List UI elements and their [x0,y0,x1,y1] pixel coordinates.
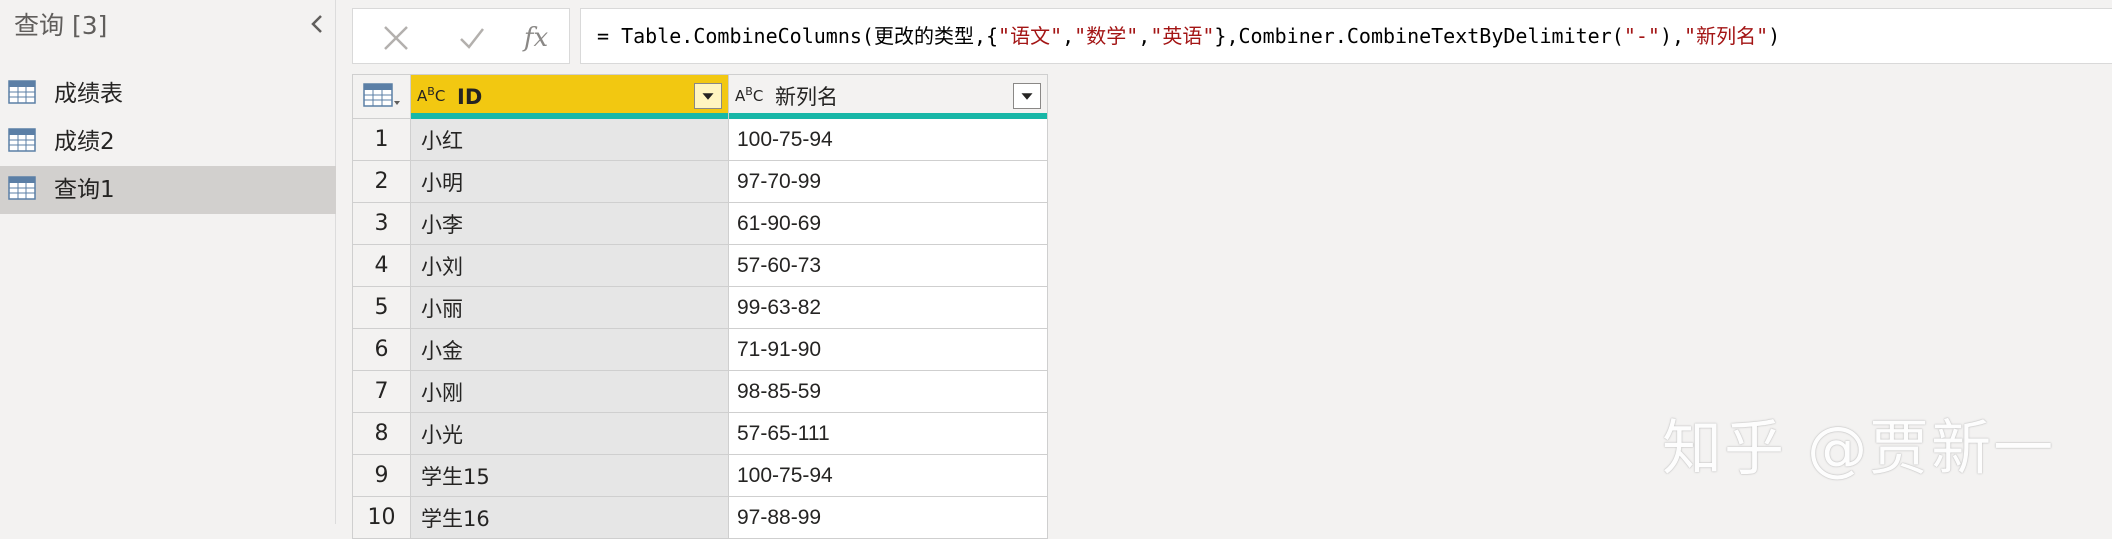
queries-title: 查询 [14,11,65,40]
watermark: 知乎 @贾新一 [1662,414,2056,484]
cell-new-column[interactable]: 99-63-82 [728,286,1048,329]
table-row[interactable]: 2 小明 97-70-99 [352,160,1048,203]
cell-new-column[interactable]: 100-75-94 [728,118,1048,161]
queries-header: 查询 [3] [14,8,107,44]
formula-text: },Combiner.CombineTextByDelimiter( [1214,24,1624,48]
formula-string: "数学" [1074,24,1139,48]
row-number: 2 [352,160,411,203]
cell-new-column[interactable]: 97-70-99 [728,160,1048,203]
formula-string: "英语" [1150,24,1215,48]
cell-id[interactable]: 小明 [410,160,729,203]
cell-new-column[interactable]: 100-75-94 [728,454,1048,497]
row-number: 5 [352,286,411,329]
chevron-down-icon[interactable] [694,83,722,109]
cell-id[interactable]: 小丽 [410,286,729,329]
row-number: 7 [352,370,411,413]
query-list: 成绩表 成绩2 查询1 [0,70,336,214]
cell-id[interactable]: 小金 [410,328,729,371]
column-quality-bar [729,113,1047,119]
cell-new-column[interactable]: 61-90-69 [728,202,1048,245]
table-row[interactable]: 3 小李 61-90-69 [352,202,1048,245]
formula-string: "语文" [998,24,1063,48]
formula-bar-buttons: fx [352,8,570,64]
cell-id[interactable]: 学生16 [410,496,729,539]
cell-new-column[interactable]: 97-88-99 [728,496,1048,539]
query-label: 查询1 [54,177,115,203]
column-quality-bar [411,113,728,119]
table-row[interactable]: 1 小红 100-75-94 [352,118,1048,161]
x-icon[interactable] [379,21,413,55]
table-row[interactable]: 6 小金 71-91-90 [352,328,1048,371]
query-label: 成绩2 [54,129,115,155]
formula-text: , [1138,24,1151,48]
text-type-icon[interactable]: ABC [735,85,763,105]
row-number: 3 [352,202,411,245]
table-menu-button[interactable] [352,74,411,119]
formula-text: ) [1768,24,1781,48]
formula-text: , [1062,24,1075,48]
chevron-down-icon[interactable] [1013,83,1041,109]
row-number: 4 [352,244,411,287]
row-number: 8 [352,412,411,455]
cell-new-column[interactable]: 57-65-111 [728,412,1048,455]
query-item-查询1[interactable]: 查询1 [0,166,336,214]
row-number: 10 [352,496,411,539]
cell-id[interactable]: 小红 [410,118,729,161]
data-grid: ABC ID ABC 新列名 1 小红 100-75-94 2 小明 97-70-99 … [352,74,1048,539]
cell-new-column[interactable]: 71-91-90 [728,328,1048,371]
table-row[interactable]: 10 学生16 97-88-99 [352,496,1048,539]
formula-text: ), [1659,24,1685,48]
fx-icon[interactable]: fx [519,21,553,55]
formula-string: "新列名" [1684,24,1769,48]
cell-new-column[interactable]: 57-60-73 [728,244,1048,287]
formula-text: = Table.CombineColumns(更改的类型,{ [597,24,999,48]
column-header-id[interactable]: ABC ID [410,74,729,119]
table-icon [8,128,36,152]
table-menu-icon [363,83,400,107]
table-icon [8,176,36,200]
row-number: 9 [352,454,411,497]
query-label: 成绩表 [54,81,123,107]
query-item-成绩表[interactable]: 成绩表 [0,70,336,118]
table-row[interactable]: 4 小刘 57-60-73 [352,244,1048,287]
cell-id[interactable]: 小李 [410,202,729,245]
table-row[interactable]: 5 小丽 99-63-82 [352,286,1048,329]
cell-id[interactable]: 小刘 [410,244,729,287]
queries-count: [3] [72,11,108,40]
column-header-新列名[interactable]: ABC 新列名 [728,74,1048,119]
text-type-icon[interactable]: ABC [417,85,445,105]
table-row[interactable]: 9 学生15 100-75-94 [352,454,1048,497]
row-number: 6 [352,328,411,371]
formula-input[interactable]: = Table.CombineColumns(更改的类型,{"语文","数学",… [580,8,2112,64]
table-row[interactable]: 8 小光 57-65-111 [352,412,1048,455]
cell-id[interactable]: 小刚 [410,370,729,413]
queries-pane: 查询 [3] 成绩表 成绩2 查询1 [0,0,336,524]
check-icon[interactable] [455,21,489,55]
cell-id[interactable]: 学生15 [410,454,729,497]
cell-new-column[interactable]: 98-85-59 [728,370,1048,413]
cell-id[interactable]: 小光 [410,412,729,455]
table-icon [8,80,36,104]
collapse-chevron-left-icon[interactable] [306,12,330,36]
formula-string: "-" [1623,24,1660,48]
query-item-成绩2[interactable]: 成绩2 [0,118,336,166]
row-number: 1 [352,118,411,161]
table-row[interactable]: 7 小刚 98-85-59 [352,370,1048,413]
